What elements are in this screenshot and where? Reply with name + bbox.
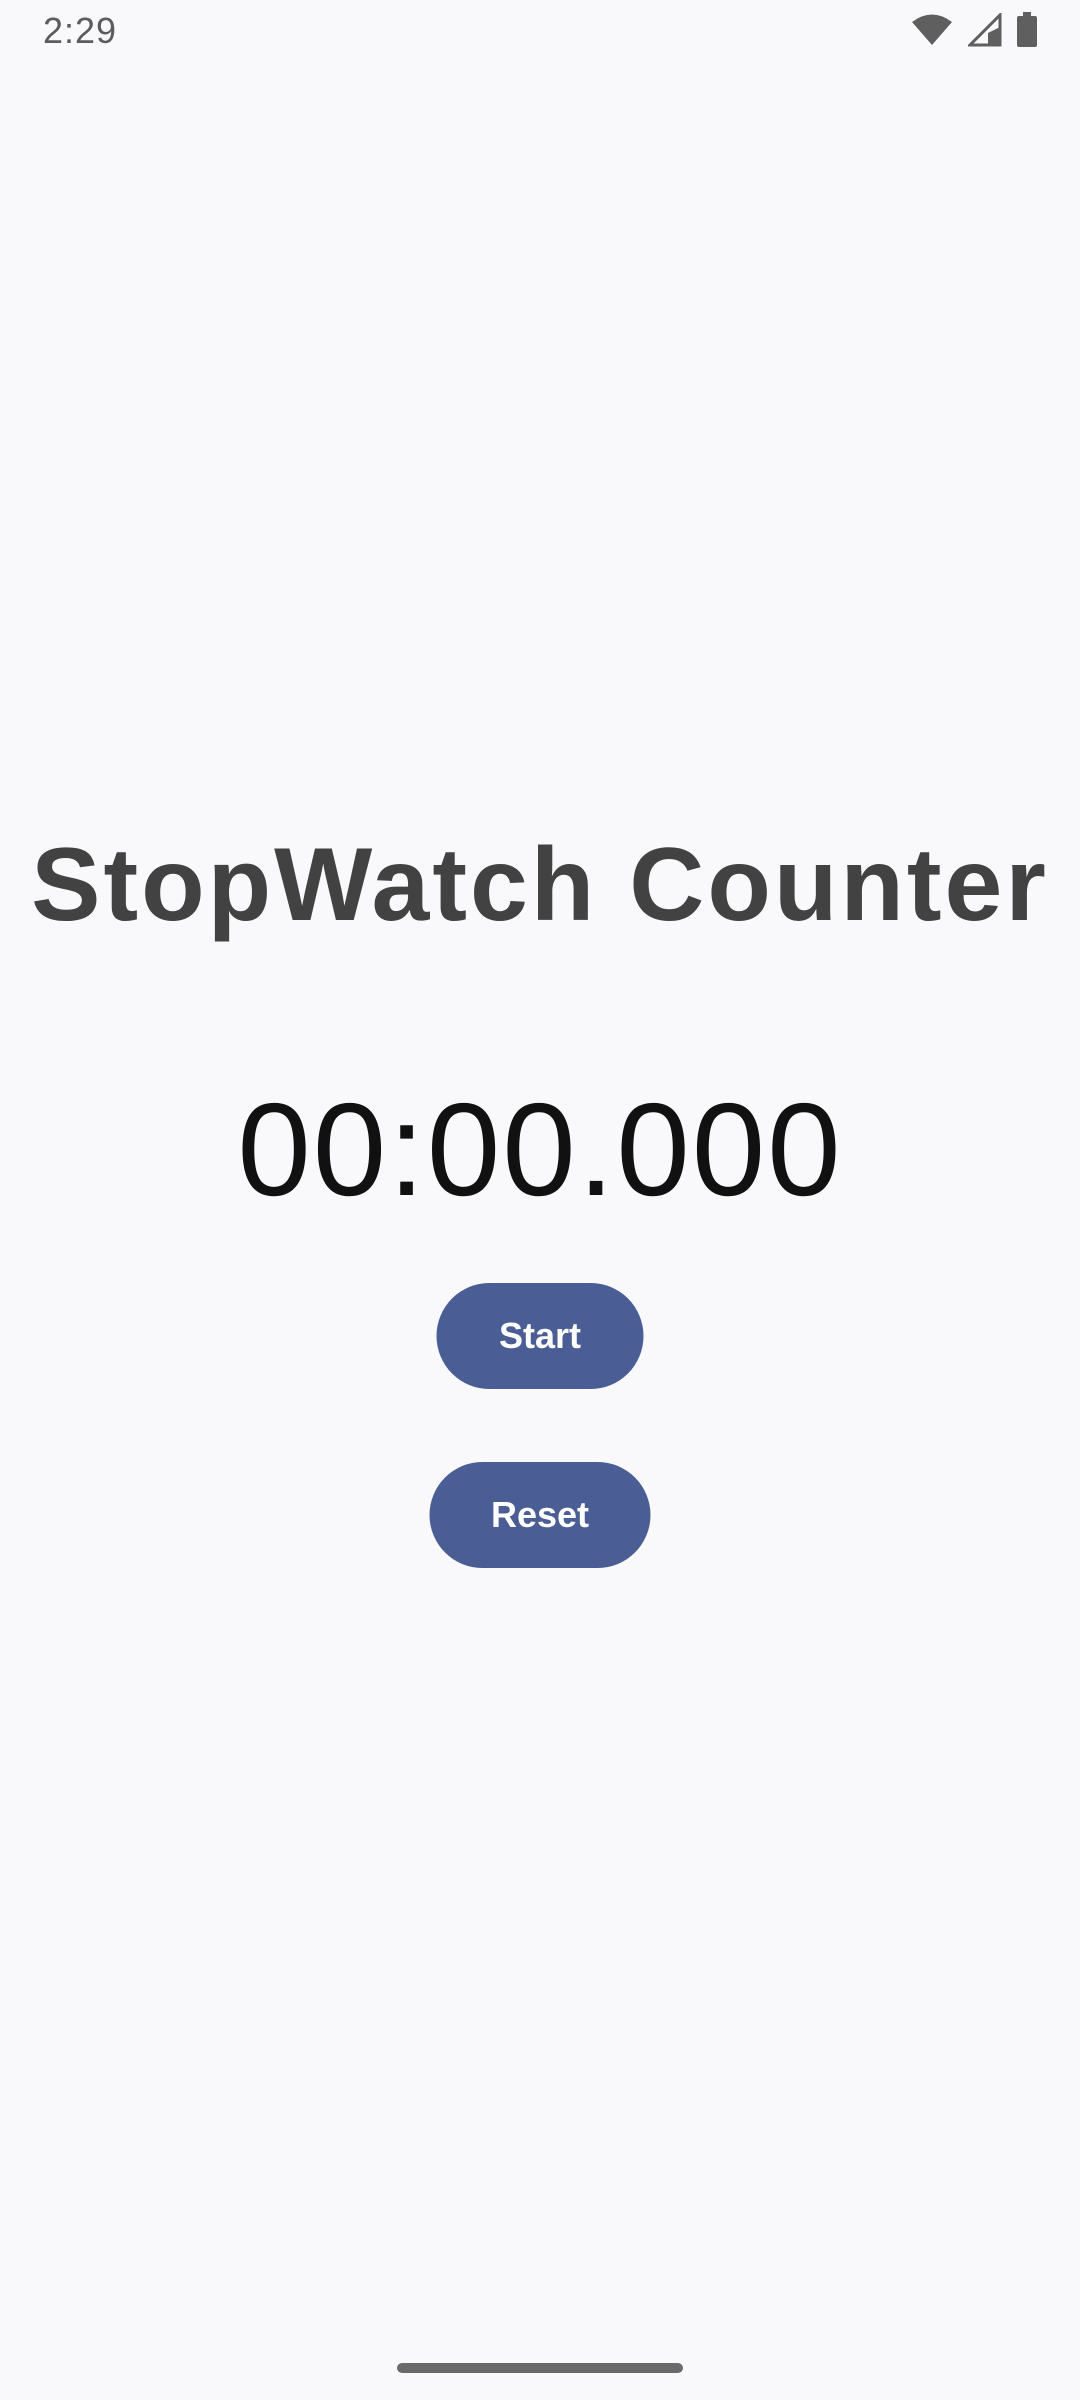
status-icons <box>910 12 1038 48</box>
battery-icon <box>1016 12 1038 48</box>
wifi-icon <box>910 13 954 47</box>
timer-display: 00:00.000 <box>237 1076 843 1223</box>
start-button[interactable]: Start <box>436 1283 644 1389</box>
cellular-signal-icon <box>968 13 1002 47</box>
page-title: StopWatch Counter <box>31 827 1049 943</box>
reset-button[interactable]: Reset <box>429 1462 651 1568</box>
gesture-nav-handle[interactable] <box>397 2363 683 2373</box>
status-bar: 2:29 <box>0 0 1080 62</box>
status-time: 2:29 <box>43 10 118 51</box>
